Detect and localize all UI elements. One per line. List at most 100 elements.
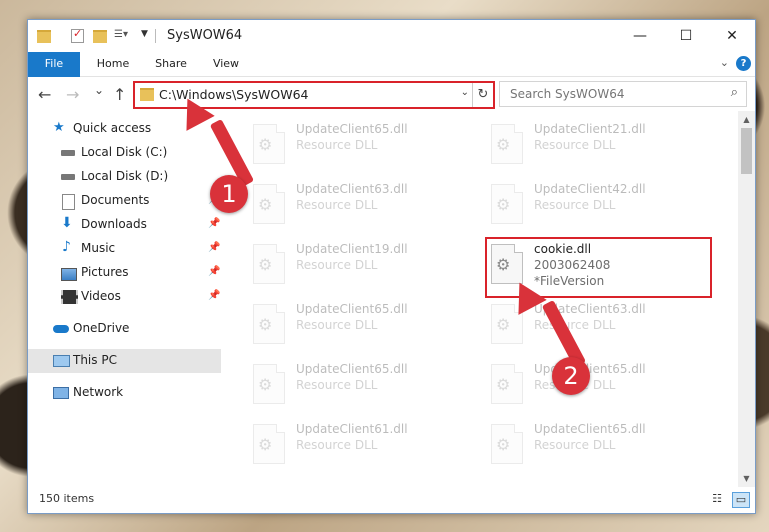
- properties-icon[interactable]: ✓: [71, 27, 84, 43]
- back-button[interactable]: ←: [38, 85, 51, 104]
- sidebar-item-label: Local Disk (D:): [81, 169, 169, 183]
- star-icon: ★: [53, 120, 65, 135]
- file-item[interactable]: ⚙ UpdateClient65.dll Resource DLL: [487, 361, 717, 417]
- search-icon[interactable]: ⌕: [731, 85, 738, 100]
- expand-ribbon-icon[interactable]: ⌄: [720, 56, 729, 69]
- help-icon[interactable]: ?: [736, 56, 751, 71]
- sidebar-item-local-disk-d[interactable]: Local Disk (D:): [28, 165, 221, 189]
- file-item[interactable]: ⚙ UpdateClient42.dll Resource DLL: [487, 181, 717, 237]
- cloud-icon: [53, 325, 69, 333]
- sidebar-item-pictures[interactable]: Pictures 📌: [28, 261, 221, 285]
- file-name: UpdateClient42.dll: [534, 182, 646, 196]
- address-path[interactable]: C:\Windows\SysWOW64: [159, 87, 308, 102]
- gear-icon: ⚙: [258, 255, 273, 274]
- large-icons-view-icon[interactable]: ▭: [732, 492, 750, 508]
- sidebar-item-this-pc[interactable]: This PC: [28, 349, 221, 373]
- step-2-badge: 2: [552, 357, 590, 395]
- drive-icon: [61, 174, 75, 180]
- scroll-down-icon[interactable]: ▼: [738, 470, 755, 487]
- gear-icon: ⚙: [258, 315, 273, 334]
- vertical-scrollbar[interactable]: ▲ ▼: [738, 111, 755, 487]
- sidebar-item-documents[interactable]: Documents 📌: [28, 189, 221, 213]
- search-input[interactable]: [508, 85, 712, 103]
- sidebar-item-label: Videos: [81, 289, 121, 303]
- file-item[interactable]: ⚙ UpdateClient65.dll Resource DLL: [249, 121, 479, 177]
- tab-share[interactable]: Share: [146, 52, 196, 76]
- gear-icon: ⚙: [258, 375, 273, 394]
- pin-icon[interactable]: 📌: [208, 218, 220, 229]
- file-name: UpdateClient61.dll: [296, 422, 408, 436]
- gear-icon: ⚙: [258, 135, 273, 154]
- folder-icon: [37, 30, 51, 43]
- window-title: SysWOW64: [167, 28, 243, 43]
- explorer-window: ✓ ☰▾ ▼ SysWOW64 — ☐ ✕ File Home Share Vi…: [27, 19, 756, 514]
- up-button[interactable]: ↑: [113, 85, 126, 104]
- close-button[interactable]: ✕: [709, 20, 755, 52]
- sidebar-item-onedrive[interactable]: OneDrive: [28, 317, 221, 341]
- file-name: UpdateClient65.dll: [534, 422, 646, 436]
- file-item[interactable]: ⚙ UpdateClient65.dll Resource DLL: [249, 361, 479, 417]
- sidebar-item-videos[interactable]: Videos 📌: [28, 285, 221, 309]
- scroll-up-icon[interactable]: ▲: [738, 111, 755, 128]
- scrollbar-thumb[interactable]: [741, 128, 752, 174]
- sidebar-item-label: Local Disk (C:): [81, 145, 168, 159]
- videos-icon: [61, 290, 78, 304]
- file-item[interactable]: ⚙ UpdateClient65.dll Resource DLL: [249, 301, 479, 357]
- computer-icon: [53, 355, 70, 367]
- drive-icon: [61, 150, 75, 156]
- file-name: UpdateClient19.dll: [296, 242, 408, 256]
- file-item[interactable]: ⚙ UpdateClient61.dll Resource DLL: [249, 421, 479, 477]
- refresh-button[interactable]: ↻: [472, 83, 493, 107]
- new-folder-icon[interactable]: [93, 30, 107, 43]
- file-item[interactable]: ⚙ UpdateClient63.dll Resource DLL: [249, 181, 479, 237]
- gear-icon: ⚙: [496, 375, 511, 394]
- pin-icon[interactable]: 📌: [208, 266, 220, 277]
- gear-icon: ⚙: [496, 135, 511, 154]
- item-count: 150 items: [39, 492, 95, 505]
- file-name: UpdateClient65.dll: [296, 122, 408, 136]
- file-type: Resource DLL: [296, 318, 378, 332]
- quick-access-dropdown-icon[interactable]: ▼: [141, 29, 155, 43]
- minimize-button[interactable]: —: [617, 20, 663, 52]
- sidebar-item-music[interactable]: ♪ Music 📌: [28, 237, 221, 261]
- file-type: Resource DLL: [534, 138, 616, 152]
- file-type: Resource DLL: [296, 198, 378, 212]
- address-dropdown-button[interactable]: ⌄: [461, 87, 469, 98]
- gear-icon: ⚙: [496, 315, 511, 334]
- file-type: Resource DLL: [534, 318, 616, 332]
- file-type: Resource DLL: [534, 198, 616, 212]
- file-item[interactable]: ⚙ UpdateClient21.dll Resource DLL: [487, 121, 717, 177]
- tab-view[interactable]: View: [204, 52, 248, 76]
- sidebar-item-label: Network: [73, 385, 124, 399]
- maximize-button[interactable]: ☐: [663, 20, 709, 52]
- file-type: Resource DLL: [296, 258, 378, 272]
- status-bar: 150 items ☷ ▭: [28, 487, 755, 513]
- gear-icon: ⚙: [258, 435, 273, 454]
- search-box[interactable]: ⌕: [499, 81, 747, 107]
- sidebar-item-label: This PC: [73, 353, 117, 367]
- sidebar-item-network[interactable]: Network: [28, 381, 221, 405]
- forward-button[interactable]: →: [66, 85, 79, 104]
- sidebar-item-label: Music: [81, 241, 116, 255]
- gear-icon: ⚙: [496, 195, 511, 214]
- folder-icon: [140, 88, 154, 101]
- navigation-pane: ★ Quick access Local Disk (C:) Local Dis…: [28, 111, 221, 487]
- file-type: Resource DLL: [296, 438, 378, 452]
- pin-icon[interactable]: 📌: [208, 242, 220, 253]
- file-type: Resource DLL: [534, 438, 616, 452]
- sidebar-item-local-disk-c[interactable]: Local Disk (C:): [28, 141, 221, 165]
- title-separator: [155, 29, 156, 43]
- details-view-icon[interactable]: ☷: [709, 492, 725, 506]
- file-item[interactable]: ⚙ UpdateClient19.dll Resource DLL: [249, 241, 479, 297]
- recent-locations-button[interactable]: ⌄: [94, 83, 104, 97]
- file-item[interactable]: ⚙ UpdateClient65.dll Resource DLL: [487, 421, 717, 477]
- title-bar: ✓ ☰▾ ▼ SysWOW64 — ☐ ✕: [28, 20, 755, 52]
- customize-quick-access-icon[interactable]: ☰▾: [114, 29, 134, 43]
- file-name: UpdateClient65.dll: [296, 362, 408, 376]
- pin-icon[interactable]: 📌: [208, 290, 220, 301]
- sidebar-item-downloads[interactable]: ⬇ Downloads 📌: [28, 213, 221, 237]
- tab-home[interactable]: Home: [88, 52, 138, 76]
- download-icon: ⬇: [61, 215, 73, 231]
- music-icon: ♪: [62, 239, 71, 255]
- navigation-bar: ← → ⌄ ↑ C:\Windows\SysWOW64 ⌄ ↻ ⌕: [28, 77, 755, 111]
